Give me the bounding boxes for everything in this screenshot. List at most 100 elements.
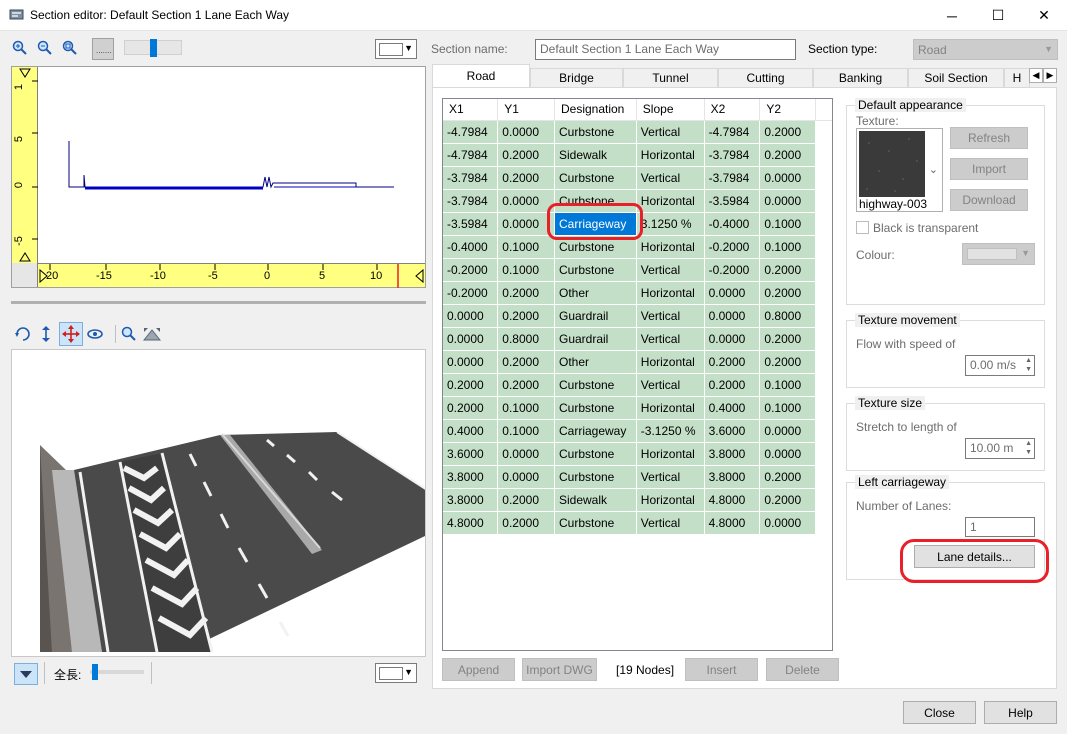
number-of-lanes-input[interactable]: 1 <box>965 517 1035 537</box>
grid-cell[interactable]: -0.2000 <box>443 281 499 305</box>
grid-cell[interactable]: 0.0000 <box>759 419 817 443</box>
grid-cell[interactable]: Horizontal <box>636 442 705 466</box>
grid-cell[interactable]: -3.7984 <box>443 166 499 190</box>
table-row[interactable]: 0.2000 0.2000 Curbstone Vertical 0.2000 0.100… <box>443 373 832 397</box>
grid-cell[interactable]: Other <box>554 281 637 305</box>
zoom-out-icon[interactable] <box>37 40 53 59</box>
grid-cell[interactable]: 0.0000 <box>759 189 817 213</box>
grid-cell[interactable]: 0.0000 <box>497 120 555 144</box>
grid-cell[interactable]: Horizontal <box>636 189 705 213</box>
grid-cell[interactable]: Horizontal <box>636 143 705 167</box>
grid-cell[interactable]: -4.7984 <box>704 120 761 144</box>
grid-cell[interactable]: 0.2000 <box>497 281 555 305</box>
grid-toggle-button[interactable]: ....... <box>92 38 114 60</box>
close-button[interactable]: Close <box>903 701 976 724</box>
table-row[interactable]: 0.0000 0.8000 Guardrail Vertical 0.0000 0.200… <box>443 327 832 351</box>
grid-cell[interactable]: 0.0000 <box>497 189 555 213</box>
grid-cell[interactable]: -3.5984 <box>704 189 761 213</box>
grid-cell[interactable]: Other <box>554 350 637 374</box>
grid-cell[interactable]: 0.2000 <box>759 350 817 374</box>
grid-cell[interactable]: 0.2000 <box>704 350 761 374</box>
section-type-select[interactable]: Road ▼ <box>913 39 1058 60</box>
grid-cell[interactable]: 3.8000 <box>443 488 499 512</box>
color-dropdown-2d[interactable]: ▼ <box>375 39 417 59</box>
maximize-button[interactable]: ☐ <box>975 0 1021 31</box>
section-name-input[interactable]: Default Section 1 Lane Each Way <box>535 39 796 60</box>
table-row[interactable]: 0.0000 0.2000 Guardrail Vertical 0.0000 0.800… <box>443 304 832 328</box>
table-row[interactable]: 3.6000 0.0000 Curbstone Horizontal 3.8000 0.0… <box>443 442 832 466</box>
spinner-icon[interactable]: ▲ ▼ <box>1025 356 1032 374</box>
refresh-button[interactable]: Refresh <box>950 127 1028 149</box>
grid-cell[interactable]: 3.1250 % <box>636 212 705 236</box>
grid-cell[interactable]: -3.1250 % <box>636 419 705 443</box>
grid-cell[interactable]: Sidewalk <box>554 488 637 512</box>
grid-cell[interactable]: 0.0000 <box>759 166 817 190</box>
grid-cell[interactable]: 0.1000 <box>759 373 817 397</box>
table-row[interactable]: 0.0000 0.2000 Other Horizontal 0.2000 0.2000 <box>443 350 832 374</box>
grid-cell[interactable]: 0.1000 <box>497 396 555 420</box>
grid-cell[interactable]: 0.2000 <box>759 281 817 305</box>
zoom-3d-icon[interactable] <box>121 326 137 345</box>
grid-cell[interactable]: Curbstone <box>554 373 637 397</box>
table-row[interactable]: -4.7984 0.2000 Sidewalk Horizontal -3.7984 0.… <box>443 143 832 167</box>
grid-cell[interactable]: Curbstone <box>554 396 637 420</box>
grid-cell[interactable]: 0.2000 <box>497 166 555 190</box>
flow-speed-input[interactable]: 0.00 m/s ▲ ▼ <box>965 355 1035 376</box>
grid-cell[interactable]: Vertical <box>636 166 705 190</box>
move-vertical-icon[interactable] <box>37 325 55 346</box>
tab-tunnel[interactable]: Tunnel <box>623 68 718 87</box>
profile-view-2d[interactable]: 1 5 0 -5 20 -15 -10 -5 0 5 10 <box>11 66 426 288</box>
grid-cell[interactable]: Sidewalk <box>554 143 637 167</box>
grid-cell[interactable]: 0.0000 <box>497 212 555 236</box>
tab-scroll-right-icon[interactable]: ▶ <box>1043 68 1057 83</box>
grid-cell[interactable]: Horizontal <box>636 281 705 305</box>
table-row[interactable]: 3.8000 0.0000 Curbstone Vertical 3.8000 0.200… <box>443 465 832 489</box>
grid-cell[interactable]: 3.8000 <box>704 465 761 489</box>
grid-cell[interactable]: 4.8000 <box>704 488 761 512</box>
grid-cell[interactable]: 0.0000 <box>704 327 761 351</box>
grid-cell[interactable]: 0.2000 <box>759 143 817 167</box>
zoom-slider-thumb[interactable] <box>150 39 157 57</box>
tab-more[interactable]: H <box>1004 68 1030 87</box>
column-header[interactable]: Slope <box>636 99 705 121</box>
length-slider[interactable] <box>90 664 144 680</box>
download-button[interactable]: Download <box>950 189 1028 211</box>
tab-cutting[interactable]: Cutting <box>718 68 813 87</box>
colour-select[interactable]: ▼ <box>962 243 1035 265</box>
zoom-in-icon[interactable] <box>12 40 28 59</box>
grid-cell[interactable]: 4.8000 <box>443 511 499 535</box>
table-row[interactable]: -4.7984 0.0000 Curbstone Vertical -4.7984 0.2… <box>443 120 832 144</box>
grid-cell[interactable]: 0.2000 <box>497 373 555 397</box>
grid-cell[interactable]: -3.7984 <box>443 189 499 213</box>
grid-cell[interactable]: -0.4000 <box>443 235 499 259</box>
tab-bridge[interactable]: Bridge <box>530 68 623 87</box>
column-header[interactable]: Designation <box>554 99 637 121</box>
column-header[interactable]: Y2 <box>759 99 817 121</box>
zoom-fit-icon[interactable] <box>62 40 78 59</box>
grid-cell[interactable]: 0.0000 <box>704 281 761 305</box>
grid-cell[interactable]: 0.0000 <box>704 304 761 328</box>
grid-cell[interactable]: -0.2000 <box>704 258 761 282</box>
grid-cell[interactable]: 3.8000 <box>443 465 499 489</box>
grid-cell[interactable]: 0.2000 <box>704 373 761 397</box>
help-button[interactable]: Help <box>984 701 1057 724</box>
grid-cell[interactable]: -0.4000 <box>704 212 761 236</box>
grid-cell[interactable]: Curbstone <box>554 442 637 466</box>
grid-cell[interactable]: -3.7984 <box>704 143 761 167</box>
import-dwg-button[interactable]: Import DWG <box>522 658 597 681</box>
grid-cell[interactable]: 0.1000 <box>497 258 555 282</box>
grid-cell[interactable]: 0.0000 <box>497 442 555 466</box>
grid-cell[interactable]: Vertical <box>636 511 705 535</box>
grid-cell[interactable]: Horizontal <box>636 396 705 420</box>
column-header[interactable]: X2 <box>704 99 761 121</box>
table-row[interactable]: 0.2000 0.1000 Curbstone Horizontal 0.4000 0.1… <box>443 396 832 420</box>
grid-cell[interactable]: 0.2000 <box>443 373 499 397</box>
delete-button[interactable]: Delete <box>766 658 839 681</box>
grid-cell[interactable]: 0.0000 <box>759 442 817 466</box>
grid-cell[interactable]: 0.1000 <box>759 212 817 236</box>
grid-cell[interactable]: 0.2000 <box>443 396 499 420</box>
grid-cell[interactable]: -3.5984 <box>443 212 499 236</box>
grid-cell[interactable]: Horizontal <box>636 488 705 512</box>
grid-cell[interactable]: 0.0000 <box>443 327 499 351</box>
viewport-3d[interactable] <box>11 349 426 657</box>
